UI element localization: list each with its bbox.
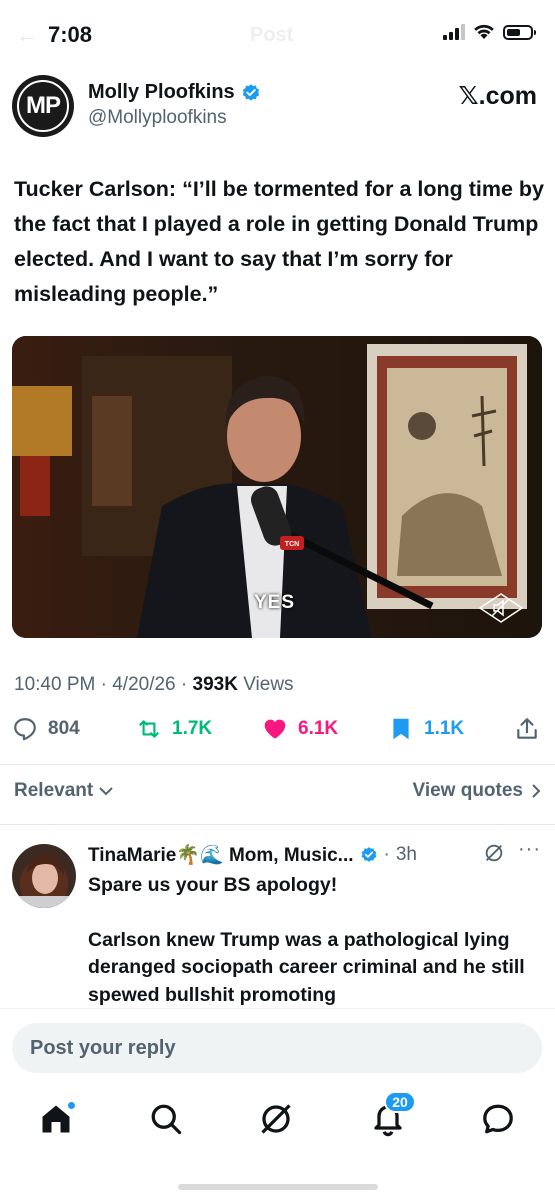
mute-icon[interactable] — [478, 592, 524, 624]
reply-count: 804 — [48, 718, 80, 739]
view-quotes-label: View quotes — [412, 780, 523, 801]
reply-time: 3h — [395, 844, 417, 865]
avatar-initials: MP — [17, 80, 69, 132]
divider — [0, 824, 555, 825]
chevron-right-icon — [532, 784, 541, 798]
message-icon — [483, 1104, 513, 1134]
more-options-icon[interactable]: ··· — [518, 838, 541, 861]
status-icons — [443, 24, 536, 40]
view-quotes-link[interactable]: View quotes — [412, 780, 541, 802]
post-meta: 10:40 PM · 4/20/26 · 393K Views — [14, 674, 294, 695]
verified-badge-icon — [242, 83, 259, 101]
nav-messages[interactable] — [480, 1101, 516, 1137]
status-time: 7:08 — [48, 22, 93, 47]
ghost-page-title: Post — [250, 24, 294, 46]
repost-button[interactable]: 1.7K — [136, 716, 212, 742]
post-header: MP Molly Ploofkins @Mollyploofkins 𝕏.com — [12, 75, 543, 139]
nav-grok[interactable] — [258, 1101, 294, 1137]
post-date: 4/20/26 — [112, 674, 176, 695]
post-text: Tucker Carlson: “I’ll be tormented for a… — [14, 177, 545, 306]
source-logo: 𝕏.com — [458, 82, 538, 110]
reply-header: TinaMarie🌴🌊 Mom, Music... · 3h — [88, 843, 417, 867]
author-avatar[interactable]: MP — [12, 75, 74, 137]
repost-icon — [139, 720, 159, 738]
views-count[interactable]: 393K — [193, 674, 238, 695]
author-handle[interactable]: @Mollyploofkins — [88, 107, 227, 129]
views-label: Views — [243, 674, 294, 695]
cellular-signal-icon — [443, 24, 465, 40]
nav-search[interactable] — [148, 1101, 184, 1137]
reply-button[interactable]: 804 — [12, 716, 80, 742]
mic-flag-label: TCN — [285, 541, 299, 548]
grok-icon[interactable] — [483, 842, 505, 864]
nav-notifications[interactable]: 20 — [370, 1091, 416, 1137]
replies-filter-row: Relevant View quotes — [14, 778, 541, 808]
home-indicator — [178, 1184, 378, 1190]
bookmark-icon — [393, 718, 409, 740]
nav-home[interactable] — [38, 1101, 76, 1137]
share-button[interactable] — [514, 716, 540, 742]
author-name[interactable]: Molly Ploofkins — [88, 81, 235, 104]
reply-avatar[interactable] — [12, 844, 76, 908]
reply-icon — [14, 718, 36, 741]
reply-composer-placeholder: Post your reply — [30, 1036, 176, 1059]
wifi-icon — [474, 24, 494, 39]
reply-text-line-1: Spare us your BS apology! — [88, 874, 338, 896]
like-button[interactable]: 6.1K — [262, 716, 338, 742]
share-icon — [517, 718, 537, 739]
post-video[interactable]: TCN YES — [12, 336, 542, 638]
sort-dropdown[interactable]: Relevant — [14, 780, 113, 802]
post-actions: 804 1.7K 6.1K 1.1K — [12, 716, 543, 752]
bookmark-button[interactable]: 1.1K — [388, 716, 464, 742]
grok-icon — [261, 1104, 291, 1134]
reply-text-line-2: Carlson knew Trump was a pathological ly… — [88, 928, 525, 1006]
reply-composer-input[interactable]: Post your reply — [12, 1023, 542, 1073]
home-unread-dot — [67, 1101, 76, 1110]
bottom-panel: Post your reply 20 — [0, 1008, 555, 1200]
bookmark-count: 1.1K — [424, 718, 465, 739]
sort-label: Relevant — [14, 780, 94, 801]
like-count: 6.1K — [298, 718, 339, 739]
verified-badge-icon — [361, 847, 376, 862]
bottom-nav: 20 — [0, 1091, 555, 1155]
status-bar: ← 7:08 Post — [0, 0, 555, 70]
repost-count: 1.7K — [172, 718, 213, 739]
reply-author-name[interactable]: TinaMarie🌴🌊 Mom, Music... — [88, 843, 354, 867]
battery-icon — [503, 24, 536, 40]
back-arrow-icon[interactable]: ← — [16, 22, 38, 48]
notifications-badge: 20 — [384, 1091, 416, 1113]
heart-icon — [264, 719, 286, 739]
divider — [0, 764, 555, 765]
chevron-down-icon — [99, 787, 113, 796]
search-icon — [151, 1104, 182, 1135]
author-name-row[interactable]: Molly Ploofkins — [88, 81, 261, 104]
post-time: 10:40 PM — [14, 674, 96, 695]
video-caption: YES — [254, 592, 296, 613]
